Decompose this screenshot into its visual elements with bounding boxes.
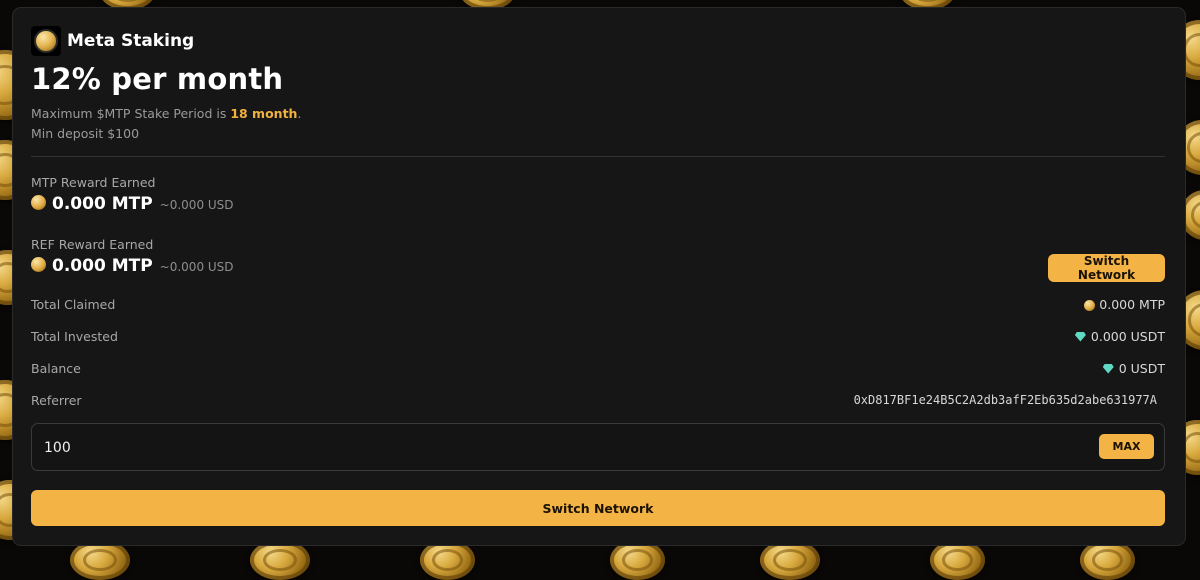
ref-reward-amount: 0.000 MTP [52, 256, 153, 276]
stake-period-value: 18 month [230, 106, 298, 121]
deposit-amount-field[interactable]: MAX [31, 423, 1165, 472]
max-button[interactable]: MAX [1099, 434, 1154, 459]
ref-reward-label: REF Reward Earned [31, 237, 154, 252]
mtp-reward-label: MTP Reward Earned [31, 175, 156, 190]
coin-decoration [930, 540, 985, 580]
balance-value: 0 USDT [1118, 361, 1165, 376]
coin-decoration [420, 540, 475, 580]
brand-header: Meta Staking [31, 26, 194, 56]
referrer-address: 0xD817BF1e24B5C2A2db3afF2Eb635d2abe63197… [853, 393, 1157, 407]
coin-decoration [610, 540, 665, 580]
min-deposit-text: Min deposit $100 [31, 126, 140, 141]
meta-staking-logo-icon [31, 26, 61, 56]
mtp-coin-icon [31, 257, 46, 272]
gem-icon [1074, 331, 1086, 342]
balance-value-row: 0 USDT [1102, 361, 1165, 376]
total-claimed-value-row: 0.000 MTP [1084, 297, 1165, 312]
switch-network-button-small[interactable]: Switch Network [1048, 254, 1165, 282]
total-invested-label: Total Invested [31, 329, 118, 344]
ref-reward-usd: ~0.000 USD [159, 260, 234, 274]
coin-decoration [250, 540, 310, 580]
referrer-label: Referrer [31, 393, 82, 408]
apy-headline: 12% per month [31, 62, 284, 96]
mtp-reward-amount: 0.000 MTP [52, 194, 153, 214]
balance-label: Balance [31, 361, 81, 376]
mtp-reward-usd: ~0.000 USD [159, 198, 234, 212]
switch-network-button[interactable]: Switch Network [31, 490, 1165, 526]
mtp-reward-amount-row: 0.000 MTP ~0.000 USD [31, 194, 234, 214]
ref-reward-amount-row: 0.000 MTP ~0.000 USD [31, 256, 234, 276]
deposit-amount-input[interactable] [42, 424, 1046, 472]
staking-card: Meta Staking 12% per month Maximum $MTP … [13, 8, 1185, 545]
stake-period-text: Maximum $MTP Stake Period is 18 month. [31, 106, 302, 121]
gem-icon [1102, 363, 1114, 374]
total-invested-value: 0.000 USDT [1090, 329, 1165, 344]
divider [31, 156, 1165, 157]
mtp-coin-icon [1084, 300, 1096, 311]
coin-decoration [760, 540, 820, 580]
total-invested-value-row: 0.000 USDT [1074, 329, 1165, 344]
coin-decoration [70, 540, 130, 580]
brand-name: Meta Staking [67, 31, 195, 51]
mtp-coin-icon [31, 195, 46, 210]
coin-decoration [1080, 540, 1135, 580]
total-claimed-value: 0.000 MTP [1099, 297, 1165, 312]
total-claimed-label: Total Claimed [31, 297, 116, 312]
